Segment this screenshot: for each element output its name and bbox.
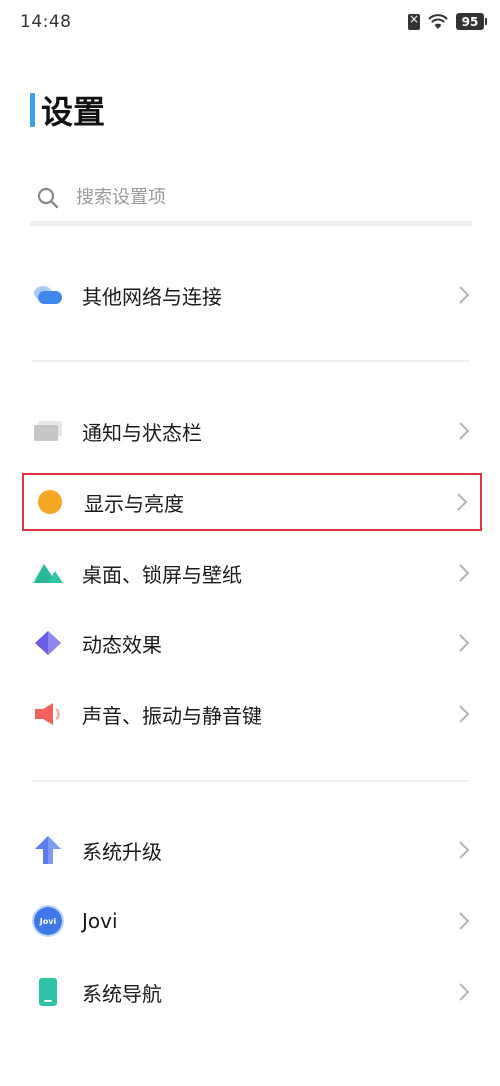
chevron-right-icon xyxy=(459,564,470,582)
display-brightness-icon xyxy=(34,486,66,518)
status-icons: 95 xyxy=(408,12,487,30)
settings-item-sound[interactable]: 声音、振动与静音键 xyxy=(22,685,482,743)
settings-item-label: 动态效果 xyxy=(82,632,162,657)
settings-item-notification[interactable]: 通知与状态栏 xyxy=(22,402,482,460)
section-divider xyxy=(32,360,470,362)
settings-item-label: 系统导航 xyxy=(82,981,162,1006)
settings-item-other-network[interactable]: 其他网络与连接 xyxy=(22,266,482,324)
battery-indicator: 95 xyxy=(456,13,487,30)
section-divider xyxy=(32,780,470,782)
network-icon xyxy=(32,279,64,311)
chevron-right-icon xyxy=(459,422,470,440)
chevron-right-icon xyxy=(459,983,470,1001)
status-time: 14:48 xyxy=(20,12,72,32)
wifi-icon xyxy=(428,13,448,29)
settings-item-system-upgrade[interactable]: 系统升级 xyxy=(22,821,482,879)
settings-item-jovi[interactable]: Jovi Jovi xyxy=(22,892,482,950)
settings-item-label: 显示与亮度 xyxy=(84,491,184,516)
chevron-right-icon xyxy=(459,705,470,723)
chevron-right-icon xyxy=(459,634,470,652)
settings-item-label: 桌面、锁屏与壁纸 xyxy=(82,562,242,587)
settings-item-wallpaper[interactable]: 桌面、锁屏与壁纸 xyxy=(22,544,482,602)
chevron-right-icon xyxy=(459,841,470,859)
search-bar[interactable] xyxy=(30,174,472,226)
settings-item-label: 其他网络与连接 xyxy=(82,284,222,309)
status-bar: 14:48 95 xyxy=(0,0,500,44)
page-title: 设置 xyxy=(41,93,106,131)
notification-icon xyxy=(32,415,64,447)
settings-item-label: 通知与状态栏 xyxy=(82,420,202,445)
animation-icon xyxy=(32,627,64,659)
settings-item-display-brightness[interactable]: 显示与亮度 xyxy=(22,473,482,531)
chevron-right-icon xyxy=(457,493,468,511)
no-sim-icon xyxy=(408,12,420,30)
page-header: 设置 xyxy=(30,88,105,132)
settings-item-label: 系统升级 xyxy=(82,839,162,864)
settings-item-animation[interactable]: 动态效果 xyxy=(22,614,482,672)
search-input[interactable] xyxy=(76,187,416,208)
chevron-right-icon xyxy=(459,912,470,930)
jovi-icon: Jovi xyxy=(32,905,64,937)
settings-item-system-navigation[interactable]: 系统导航 xyxy=(22,963,482,1021)
wallpaper-icon xyxy=(32,557,64,589)
sound-icon xyxy=(32,698,64,730)
navigation-icon xyxy=(32,976,64,1008)
settings-item-label: 声音、振动与静音键 xyxy=(82,703,262,728)
chevron-right-icon xyxy=(459,286,470,304)
settings-item-label: Jovi xyxy=(82,909,118,933)
upgrade-arrow-icon xyxy=(32,834,64,866)
title-accent-bar xyxy=(30,93,35,127)
jovi-badge: Jovi xyxy=(34,907,62,935)
search-icon xyxy=(37,187,59,208)
